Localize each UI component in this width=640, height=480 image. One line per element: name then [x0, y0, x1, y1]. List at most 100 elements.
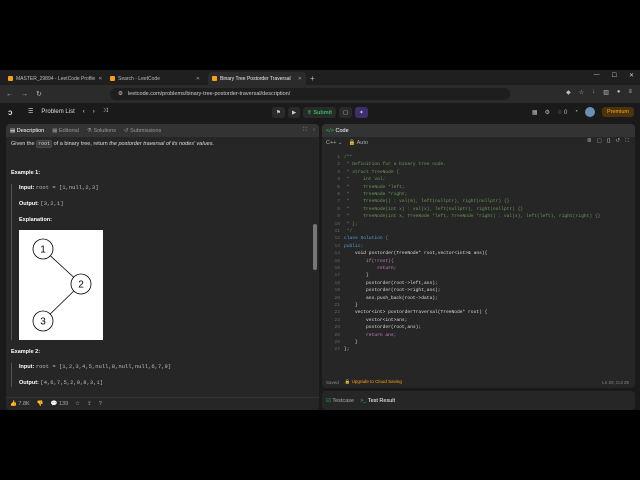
user-controls: ▦ ⚙ ♢ 0 ◔ Premium [532, 107, 634, 117]
code-line: return; [344, 266, 397, 271]
submit-button[interactable]: ⇧ Submit [303, 107, 336, 118]
tab-submissions[interactable]: ↺ Submissions [124, 128, 161, 134]
premium-button[interactable]: Premium [601, 107, 634, 117]
format-icon[interactable]: ≣ [587, 138, 592, 145]
new-tab-button[interactable]: + [310, 72, 315, 85]
line-number: 5 [337, 184, 340, 190]
menu-icon[interactable]: ≡ [628, 89, 632, 96]
mode-select[interactable]: 🔒 Auto [349, 140, 368, 146]
line-number: 25 [334, 332, 340, 338]
tab-code[interactable]: </> Code [326, 128, 349, 134]
close-icon[interactable]: ✕ [196, 76, 200, 82]
language-select[interactable]: C++ ⌄ [326, 140, 343, 146]
output-label: Output: [19, 201, 39, 207]
reload-icon[interactable]: ↻ [36, 90, 42, 98]
tree-node-label: 1 [40, 245, 46, 256]
prev-problem-icon[interactable]: ‹ [83, 109, 85, 115]
inline-code: root [36, 140, 53, 148]
tab-label: Code [335, 127, 349, 134]
example-2-heading: Example 2: [11, 349, 41, 355]
explanation-label: Explanation: [19, 217, 53, 223]
line-number: 3 [337, 169, 340, 175]
checkbox-icon: ☑ [326, 397, 331, 404]
bookmark-icon[interactable]: ▢ [597, 138, 602, 145]
url-field[interactable]: ⚙ leetcode.com/problems/binary-tree-posto… [110, 88, 510, 100]
language-value: C++ [326, 139, 337, 146]
leetcode-logo-icon[interactable]: ↄ [8, 108, 17, 117]
tab-solutions[interactable]: ⚗ Solutions [87, 128, 116, 134]
settings-icon[interactable]: ⚙ [545, 109, 550, 116]
layout-icon[interactable]: ▦ [532, 109, 538, 116]
next-problem-icon[interactable]: › [93, 109, 95, 115]
back-icon[interactable]: ← [6, 91, 13, 98]
maximize-icon[interactable]: ☐ [612, 72, 617, 79]
tab-description[interactable]: ▤ Description [10, 128, 44, 134]
site-info-icon[interactable]: ⚙ [118, 91, 123, 97]
upgrade-link[interactable]: 🔒 Upgrade to Cloud Saving [345, 379, 402, 385]
braces-icon[interactable]: {} [607, 138, 611, 145]
line-number: 18 [334, 280, 340, 286]
profile-icon[interactable]: ● [617, 89, 621, 96]
browser-tab-search[interactable]: Search - LeetCode ✕ [106, 72, 204, 85]
minimize-icon[interactable]: — [594, 72, 600, 79]
favorite-icon[interactable]: ☆ [75, 401, 80, 407]
bookmark-icon[interactable]: ☆ [579, 89, 584, 96]
code-line: if(!root){ [344, 258, 394, 264]
line-number: 22 [334, 310, 340, 316]
line-number: 13 [334, 243, 340, 249]
problem-statement: Given the root of a binary tree, return … [11, 140, 307, 148]
close-icon[interactable]: ✕ [98, 76, 102, 82]
tab-label: Test Result [367, 397, 396, 404]
output-value: [3,2,1] [40, 200, 64, 207]
reset-icon[interactable]: ↺ [616, 138, 621, 145]
shuffle-icon[interactable]: ⤨ [103, 108, 108, 115]
tree-node-label: 2 [78, 280, 84, 291]
tab-editorial[interactable]: ▦ Editorial [52, 128, 79, 134]
sidebar-icon[interactable]: ▥ [603, 89, 609, 96]
code-editor[interactable]: 1 /** 2 * Definition for a binary tree nod… [322, 150, 635, 372]
code-line: * int val; [344, 177, 386, 183]
downloads-icon[interactable]: ↓ [592, 89, 595, 96]
collapse-icon[interactable]: ‹ [313, 127, 315, 134]
line-number: 12 [334, 236, 340, 242]
panel-controls: ⛶ ‹ [303, 127, 315, 134]
fullscreen-icon[interactable]: ⛶ [625, 138, 629, 145]
code-line: postorder(root->right,ans); [344, 288, 441, 294]
line-number: 23 [334, 317, 340, 323]
forward-icon[interactable]: → [21, 91, 28, 98]
notes-button[interactable]: ▢ [338, 107, 353, 118]
problem-list-button[interactable]: Problem List [41, 109, 74, 115]
comments-button[interactable]: 💬 139 [51, 401, 69, 407]
streak-icon[interactable]: ♢ 0 [557, 109, 567, 116]
tab-testcase[interactable]: ☑ Testcase [326, 398, 354, 404]
expand-icon[interactable]: ⛶ [303, 127, 307, 134]
dislike-icon[interactable]: 👎 [37, 401, 44, 407]
tab-label: Solutions [93, 127, 116, 134]
line-number: 14 [334, 251, 340, 257]
screen: MASTER_29894 - LeetCode Profile ✕ Search … [0, 0, 640, 480]
code-line: public: [344, 243, 364, 249]
like-button[interactable]: 👍 7.8K [10, 401, 30, 407]
help-icon[interactable]: ? [99, 401, 102, 407]
browser-actions: ◆ ☆ ↓ ▥ ● ≡ [566, 89, 632, 96]
avatar[interactable] [584, 107, 595, 117]
line-number: 20 [334, 295, 340, 301]
close-window-icon[interactable]: ✕ [629, 72, 634, 79]
extension-icon[interactable]: ◆ [566, 89, 571, 96]
run-button[interactable]: ▶ [287, 107, 301, 118]
browser-tab-profile[interactable]: MASTER_29894 - LeetCode Profile ✕ [4, 72, 102, 85]
tab-test-result[interactable]: >_ Test Result [360, 398, 395, 404]
editor-actions: ≣ ▢ {} ↺ ⛶ [587, 138, 629, 145]
code-line: class Solution { [344, 236, 389, 242]
code-line: void postorder(TreeNode* root,vector<int… [344, 251, 488, 257]
url-text: leetcode.com/problems/binary-tree-postor… [127, 91, 291, 97]
close-icon[interactable]: ✕ [298, 76, 302, 82]
code-line: * TreeNode() : val(0), left(nullptr), ri… [344, 199, 510, 205]
bell-icon[interactable]: ◔ [574, 109, 578, 115]
description-scrollbar[interactable] [313, 224, 317, 270]
code-line: * Definition for a binary tree node. [344, 162, 446, 168]
share-icon[interactable]: ⇪ [87, 401, 92, 407]
debug-button[interactable]: ⚑ [272, 107, 285, 118]
browser-tab-problem[interactable]: Binary Tree Postorder Traversal ✕ [208, 72, 306, 85]
ai-button[interactable]: ✦ [355, 107, 368, 118]
